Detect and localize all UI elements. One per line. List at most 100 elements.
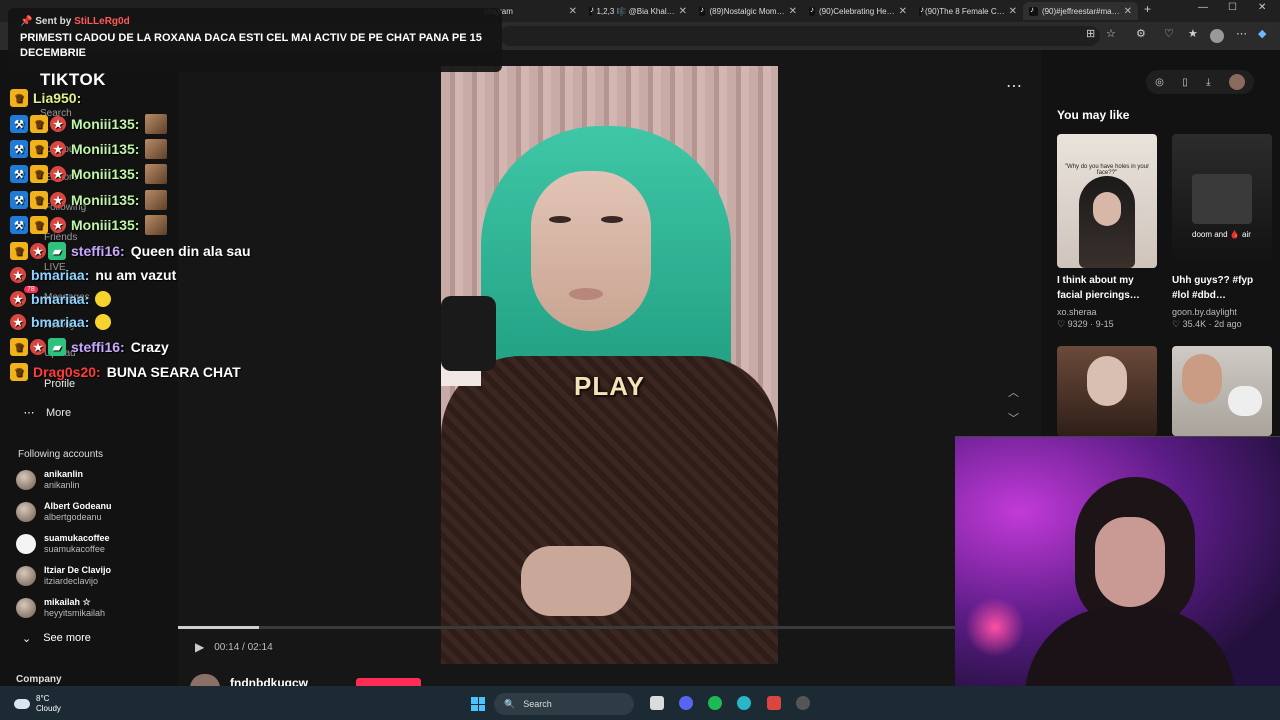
account-item[interactable]: Albert Godeanu albertgodeanu <box>16 498 112 526</box>
weather-widget[interactable]: 8°C Cloudy <box>14 694 61 714</box>
avatar <box>16 502 36 522</box>
tiktok-icon <box>589 5 595 16</box>
streaming-app-icon[interactable] <box>767 696 781 710</box>
chat-message: ⚒ ♛ ★ Moniii135: <box>10 164 173 184</box>
gift-badge-icon: ▰ <box>48 338 66 356</box>
chevron-down-icon: ⌄ <box>22 633 32 645</box>
account-item[interactable]: mikailah ☆ heyyitsmikailah <box>16 594 105 622</box>
tiktok-icon <box>919 5 924 16</box>
video-subject-eye <box>549 216 571 223</box>
obs-icon[interactable] <box>796 696 810 710</box>
device-icon[interactable]: ▯ <box>1182 77 1188 88</box>
account-item[interactable]: suamukacoffee suamukacoffee <box>16 530 110 558</box>
tab-tiktok-3[interactable]: (90)Celebrating He… ✕ <box>803 2 913 20</box>
chevron-down-icon[interactable]: ﹀ <box>1008 410 1019 426</box>
chat-message: ⚒ ♛ ★ Moniii135: <box>10 114 173 134</box>
close-icon[interactable]: ✕ <box>899 6 907 17</box>
url-field[interactable] <box>500 26 1100 46</box>
video-subject-eye <box>601 216 623 223</box>
weather-condition: Cloudy <box>36 704 61 713</box>
chat-text: nu am vazut <box>95 267 177 283</box>
card-stats: ♡ 9329 · 9-15 <box>1057 319 1114 329</box>
close-icon[interactable]: ✕ <box>1009 6 1017 17</box>
windows-start-icon[interactable] <box>471 697 485 711</box>
coins-icon[interactable]: ◎ <box>1155 77 1164 88</box>
heart-icon: ♡ <box>1057 319 1068 329</box>
account-item[interactable]: Itziar De Clavijo itziardeclavijo <box>16 562 111 590</box>
split-screen-icon[interactable]: ⊞ <box>1086 27 1095 40</box>
card-caption: I think about my facial piercings… <box>1057 275 1140 301</box>
edge-icon[interactable] <box>737 696 751 710</box>
video-overlay-text: PLAY <box>574 371 645 401</box>
tiktok-logo[interactable]: TIKTOK <box>40 70 106 90</box>
chat-message: ⚒ ♛ ★ Moniii135: <box>10 215 173 235</box>
tab-tiktok-active[interactable]: (90)#jeffreestar#ma… ✕ <box>1023 2 1138 20</box>
chat-message: ⚒ ♛ ★ Moniii135: <box>10 190 173 210</box>
video-subject-lips <box>569 288 603 300</box>
favorite-star-icon[interactable]: ☆ <box>1106 27 1116 40</box>
chat-username: Moniii135: <box>71 217 140 233</box>
chevron-up-icon[interactable]: ︿ <box>1008 384 1019 400</box>
tiktok-icon <box>809 5 816 16</box>
new-tab-button[interactable]: + <box>1144 2 1151 16</box>
play-icon[interactable]: ▶ <box>195 640 204 654</box>
avatar <box>16 534 36 554</box>
recommended-card[interactable]: doom and 🩸 air Uhh guys?? #fyp #lol #dbd… <box>1172 134 1272 330</box>
chat-message: ♛ ★ ▰ steffi16: Queen din ala sau <box>10 241 251 261</box>
chat-username: steffi16: <box>71 339 125 355</box>
recommended-card[interactable] <box>1172 346 1272 436</box>
tab-tiktok-1[interactable]: 1,2,3 🎼 @Bia Khal… ✕ <box>583 2 693 20</box>
account-item[interactable]: anikanlin anikanlin <box>16 466 83 494</box>
video-subject-face <box>531 171 651 331</box>
extensions-icon[interactable]: ⚙ <box>1136 27 1146 40</box>
cloud-icon <box>14 699 30 709</box>
current-time: 00:14 <box>214 641 240 653</box>
recommended-card[interactable]: "Why do you have holes in your face??" I… <box>1057 134 1157 330</box>
chat-emote-icon <box>145 164 168 184</box>
following-accounts-title: Following accounts <box>18 449 104 460</box>
crown-badge-icon: ♛ <box>10 363 28 381</box>
close-window-button[interactable]: ✕ <box>1258 2 1266 13</box>
alert-sender-name: StiLLeRg0d <box>74 16 130 27</box>
favorites-icon[interactable]: ★ <box>1188 27 1198 40</box>
maximize-button[interactable]: ☐ <box>1228 2 1237 13</box>
browser-essentials-icon[interactable]: ♡ <box>1164 27 1174 40</box>
more-menu-icon[interactable]: ⋯ <box>1236 27 1247 40</box>
account-name: Itziar De Clavijo <box>44 565 112 575</box>
company-link[interactable]: Company <box>16 674 62 685</box>
crown-badge-icon: ♛ <box>30 115 48 133</box>
download-icon[interactable]: ⤓ <box>1206 77 1210 88</box>
see-more-button[interactable]: ⌄ See more <box>22 632 91 645</box>
thumbnail-text: "Why do you have holes in your face??" <box>1064 164 1150 176</box>
discord-icon[interactable] <box>679 696 693 710</box>
sub-badge-icon: ★ <box>10 291 26 307</box>
chat-text: Queen din ala sau <box>130 243 251 259</box>
more-options-icon[interactable]: ⋯ <box>1006 76 1022 96</box>
card-thumbnail <box>1172 346 1272 436</box>
microphone <box>441 296 496 371</box>
nav-more[interactable]: ⋯ More <box>22 406 72 420</box>
tab-tiktok-4[interactable]: (90)The 8 Female C… ✕ <box>913 2 1023 20</box>
close-icon[interactable]: ✕ <box>789 6 797 17</box>
spotify-icon[interactable] <box>708 696 722 710</box>
copilot-icon[interactable]: ◆ <box>1258 27 1266 40</box>
chat-message: ★ bmariaa: nu am vazut <box>10 265 176 285</box>
close-icon[interactable]: ✕ <box>569 6 577 17</box>
profile-avatar[interactable] <box>1210 29 1224 43</box>
recommended-card[interactable] <box>1057 346 1157 436</box>
video-player[interactable]: PLAY <box>441 66 778 664</box>
close-icon[interactable]: ✕ <box>1124 6 1132 17</box>
video-progress-bar[interactable] <box>178 626 955 629</box>
close-icon[interactable]: ✕ <box>679 6 687 17</box>
screen: stagram✕ 1,2,3 🎼 @Bia Khal…✕ (89)Nostalg… <box>0 0 1280 720</box>
tab-tiktok-2[interactable]: (89)Nostalgic Mom… ✕ <box>693 2 803 20</box>
gift-badge-icon: ▰ <box>48 242 66 260</box>
task-view-icon[interactable] <box>650 696 664 710</box>
user-avatar[interactable] <box>1228 74 1245 90</box>
you-may-like-title: You may like <box>1057 108 1130 122</box>
stream-alert: 📌 Sent by StiLLeRg0d PRIMESTI CADOU DE L… <box>8 8 502 72</box>
taskbar-search[interactable]: 🔍 Search <box>494 693 634 715</box>
minimize-button[interactable]: — <box>1198 2 1208 13</box>
avatar <box>16 470 36 490</box>
chat-message: ♛ Drag0s20: BUNA SEARA CHAT <box>10 362 241 382</box>
